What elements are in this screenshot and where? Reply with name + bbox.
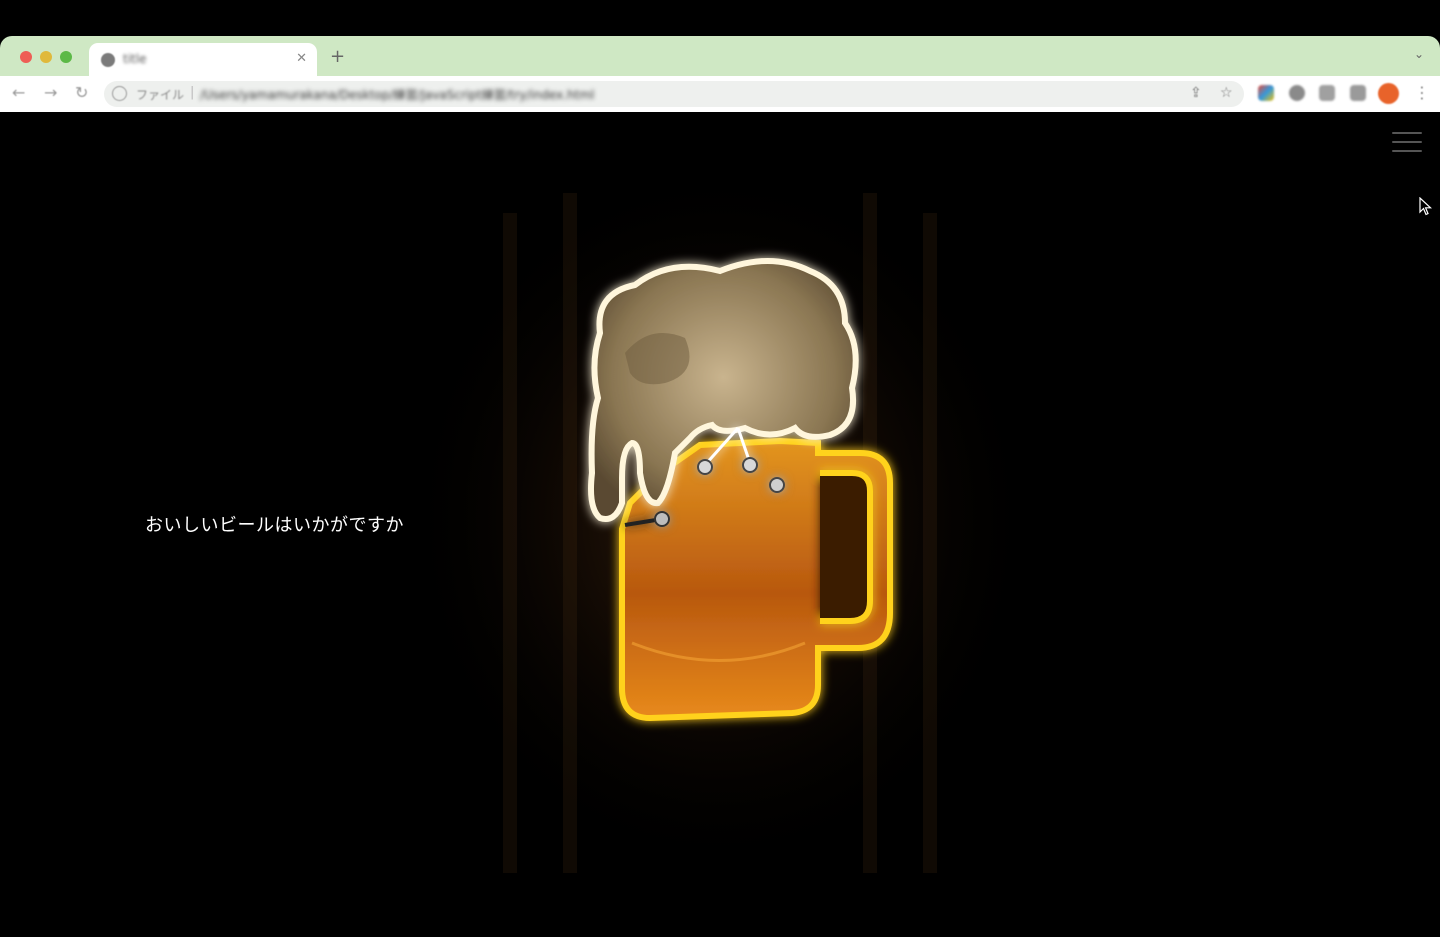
url-text[interactable]: /Users/yamamurakana/Desktop/練習/JavaScrip… [200, 86, 594, 103]
tagline-text: おいしいビールはいかがですか [145, 515, 404, 536]
close-tab-icon[interactable]: ✕ [296, 51, 307, 66]
tab-search-chevron-icon[interactable]: ⌄ [1414, 47, 1424, 61]
extension-puzzle-icon[interactable] [1289, 85, 1305, 101]
more-menu-icon[interactable]: ⋮ [1414, 83, 1430, 102]
address-bar[interactable]: ファイル | /Users/yamamurakana/Desktop/練習/Ja… [104, 81, 1244, 107]
reload-icon[interactable]: ↻ [75, 83, 88, 102]
profile-avatar[interactable] [1378, 83, 1399, 104]
maximize-window-button[interactable] [60, 51, 72, 63]
hamburger-menu-icon[interactable] [1392, 130, 1422, 154]
mouse-cursor-icon [1419, 197, 1433, 216]
tab-title: title [123, 52, 147, 66]
minimize-window-button[interactable] [40, 51, 52, 63]
browser-tab[interactable]: title ✕ [89, 43, 317, 76]
share-icon[interactable]: ⇪ [1190, 85, 1202, 101]
site-info-icon[interactable] [112, 86, 127, 101]
close-window-button[interactable] [20, 51, 32, 63]
neon-beer-mug-image [400, 173, 1040, 893]
address-divider: | [190, 85, 195, 100]
web-page: おいしいビールはいかがですか [0, 113, 1440, 937]
globe-icon [101, 53, 115, 67]
browser-toolbar: ← → ↻ ファイル | /Users/yamamurakana/Desktop… [0, 76, 1440, 112]
new-tab-button[interactable]: + [330, 46, 345, 67]
forward-arrow-icon[interactable]: → [44, 83, 57, 102]
bookmark-star-icon[interactable]: ☆ [1220, 85, 1233, 101]
scheme-label: ファイル [136, 88, 185, 102]
side-panel-icon[interactable] [1350, 85, 1366, 101]
extension-color-icon[interactable] [1258, 85, 1274, 101]
back-arrow-icon[interactable]: ← [12, 83, 25, 102]
browser-window: title ✕ + ⌄ ← → ↻ ファイル | /Users/yamamura… [0, 36, 1440, 112]
tab-strip: title ✕ + ⌄ [0, 36, 1440, 76]
reading-list-icon[interactable] [1319, 85, 1335, 101]
